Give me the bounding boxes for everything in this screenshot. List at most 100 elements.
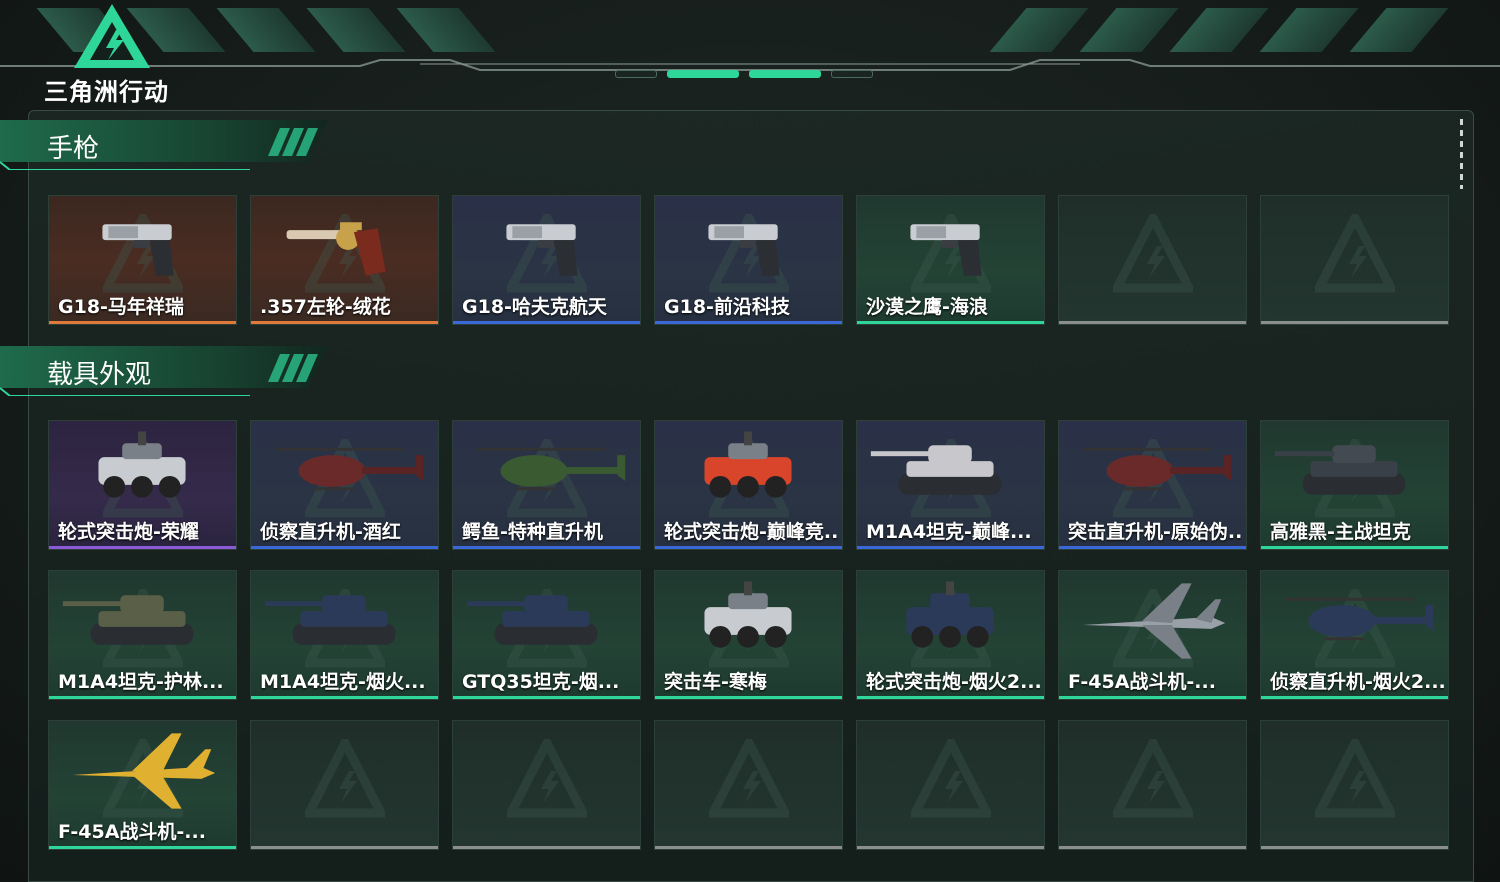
revolver-icon [286,222,386,276]
watermark-logo-icon [708,739,789,818]
armored-car-icon [906,581,994,648]
item-name: 鳄鱼-特种直升机 [462,521,603,543]
rarity-bar [49,696,236,699]
slot-bar [655,846,842,849]
item-card[interactable]: 轮式突击炮-烟火2... [856,570,1045,700]
rarity-bar [1261,546,1448,549]
watermark-logo-icon [506,739,587,818]
item-card[interactable]: G18-哈夫克航天 [452,195,641,325]
item-card[interactable]: 侦察直升机-烟火2... [1260,570,1449,700]
rarity-bar [49,321,236,324]
tank-icon [466,595,598,645]
empty-slot [452,720,641,850]
item-card[interactable]: M1A4坦克-烟火... [250,570,439,700]
item-card[interactable]: 鳄鱼-特种直升机 [452,420,641,550]
item-card[interactable]: G18-马年祥瑞 [48,195,237,325]
armored-car-icon [704,581,792,648]
tank-icon [264,595,396,645]
watermark-logo-icon [1314,214,1395,293]
slot-bar [1261,321,1448,324]
item-card[interactable]: 沙漠之鹰-海浪 [856,195,1045,325]
section-header-vehicles: 载具外观 [0,346,330,396]
empty-slot [856,720,1045,850]
top-header: 三角洲行动 [0,0,1500,106]
rarity-bar [655,321,842,324]
page-indicator [615,70,873,78]
rarity-bar [857,546,1044,549]
item-name: 轮式突击炮-荣耀 [58,521,199,543]
item-card[interactable]: 轮式突击炮-荣耀 [48,420,237,550]
pistol-icon [506,224,578,276]
slot-bar [857,846,1044,849]
item-name: 高雅黑-主战坦克 [1270,521,1411,543]
item-name: F-45A战斗机-... [58,821,206,843]
item-card[interactable]: 突击直升机-原始伪... [1058,420,1247,550]
helicopter-icon [274,447,424,491]
item-name: G18-马年祥瑞 [58,296,184,318]
rarity-bar [1261,696,1448,699]
item-card[interactable]: M1A4坦克-巅峰... [856,420,1045,550]
delta-logo-icon [74,4,150,68]
jet-icon [72,733,216,809]
item-card[interactable]: M1A4坦克-护林... [48,570,237,700]
empty-slot [1058,720,1247,850]
section-header-pistols: 手枪 [0,120,330,170]
item-name: 轮式突击炮-巅峰竞... [664,521,838,543]
item-name: 轮式突击炮-烟火2... [866,671,1040,693]
watermark-logo-icon [1112,214,1193,293]
game-logo: 三角洲行动 [44,2,184,106]
item-name: M1A4坦克-巅峰... [866,521,1032,543]
item-card[interactable]: GTQ35坦克-烟... [452,570,641,700]
rarity-bar [1059,546,1246,549]
rarity-bar [49,846,236,849]
header-decor-right [989,8,1449,52]
rarity-bar [857,696,1044,699]
pistol-grid: G18-马年祥瑞 .357左轮-绒花 G18-哈夫克航天 G18-前沿科技 沙漠之鹰-海… [48,195,1449,325]
rarity-bar [655,546,842,549]
slot-bar [1059,846,1246,849]
slot-bar [453,846,640,849]
item-name: GTQ35坦克-烟... [462,671,620,693]
helicopter-icon [1284,597,1434,641]
rarity-bar [857,321,1044,324]
item-name: 沙漠之鹰-海浪 [866,296,988,318]
rarity-bar [453,696,640,699]
vehicle-grid: 轮式突击炮-荣耀 侦察直升机-酒红 鳄鱼-特种直升机 轮式突击炮-巅峰竞... M1A4… [48,420,1449,850]
tank-icon [870,445,1002,495]
tank-icon [1274,445,1406,495]
scrollbar[interactable] [1460,119,1463,189]
item-name: 侦察直升机-烟火2... [1270,671,1444,693]
helicopter-icon [1082,447,1232,491]
rarity-bar [453,546,640,549]
watermark-logo-icon [1112,739,1193,818]
item-name: M1A4坦克-护林... [58,671,224,693]
rarity-bar [251,696,438,699]
section-title: 载具外观 [47,360,152,390]
rarity-bar [251,321,438,324]
item-card[interactable]: 高雅黑-主战坦克 [1260,420,1449,550]
watermark-logo-icon [304,739,385,818]
empty-slot [1260,195,1449,325]
item-card[interactable]: .357左轮-绒花 [250,195,439,325]
item-card[interactable]: 侦察直升机-酒红 [250,420,439,550]
item-card[interactable]: 突击车-寒梅 [654,570,843,700]
rarity-bar [1059,696,1246,699]
logo-text: 三角洲行动 [44,78,169,106]
item-card[interactable]: F-45A战斗机-... [1058,570,1247,700]
item-card[interactable]: G18-前沿科技 [654,195,843,325]
empty-slot [1058,195,1247,325]
item-name: M1A4坦克-烟火... [260,671,426,693]
pistol-icon [910,224,982,276]
watermark-logo-icon [1314,739,1395,818]
slot-bar [1261,846,1448,849]
item-name: 突击车-寒梅 [664,671,767,693]
item-name: 侦察直升机-酒红 [260,521,401,543]
rarity-bar [655,696,842,699]
empty-slot [654,720,843,850]
empty-slot [1260,720,1449,850]
item-card[interactable]: 轮式突击炮-巅峰竞... [654,420,843,550]
item-name: G18-哈夫克航天 [462,296,607,318]
rarity-bar [251,546,438,549]
watermark-logo-icon [910,739,991,818]
item-card[interactable]: F-45A战斗机-... [48,720,237,850]
